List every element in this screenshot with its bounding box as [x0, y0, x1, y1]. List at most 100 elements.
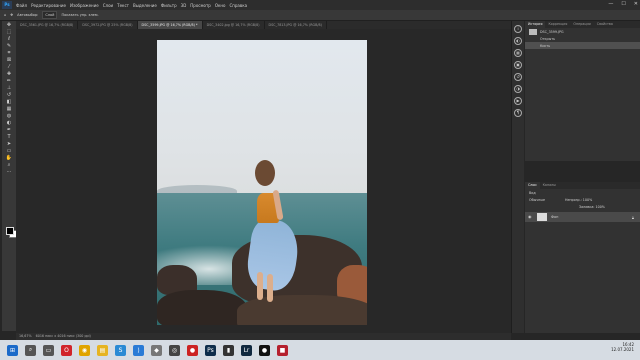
task-view-icon[interactable]: ▭: [43, 344, 54, 356]
doc-tab-4[interactable]: DSC_3402.jpg @ 16,7% (RGB/8): [203, 21, 265, 29]
shape-tool-icon[interactable]: ▭: [4, 147, 14, 154]
menu-3d[interactable]: 3D: [181, 3, 187, 8]
menu-select[interactable]: Выделение: [133, 3, 157, 8]
transform-controls-checkbox[interactable]: Показать упр. элем.: [61, 13, 98, 17]
paragraph-icon[interactable]: ¶: [514, 109, 522, 117]
swatches-icon[interactable]: ▦: [514, 49, 522, 57]
close-button[interactable]: ✕: [634, 1, 638, 7]
opera-icon[interactable]: O: [61, 344, 72, 356]
chrome-icon[interactable]: ◉: [79, 344, 90, 356]
color-icon[interactable]: ◐: [514, 37, 522, 45]
more-tools-icon[interactable]: ⋯: [4, 168, 14, 175]
auto-select-dropdown[interactable]: Слой: [42, 11, 58, 19]
document-photo[interactable]: [157, 40, 367, 325]
layer-mode-row: Обычные Непрозр.: 100%: [525, 196, 640, 203]
quick-select-tool-icon[interactable]: ✎: [4, 42, 14, 49]
lasso-tool-icon[interactable]: ℓ: [4, 35, 14, 42]
menu-file[interactable]: Файл: [16, 3, 27, 8]
learn-icon[interactable]: i: [514, 25, 522, 33]
history-icon[interactable]: ↺: [514, 73, 522, 81]
hand-tool-icon[interactable]: ✋: [4, 154, 14, 161]
libraries-icon[interactable]: ▣: [514, 61, 522, 69]
menu-window[interactable]: Окно: [215, 3, 226, 8]
type-tool-icon[interactable]: T: [4, 133, 14, 140]
media-icon[interactable]: ◎: [169, 344, 180, 356]
clone-stamp-tool-icon[interactable]: ⊥: [4, 84, 14, 91]
history-panel-tabs: История Коррекция Операции Свойства: [525, 21, 640, 28]
lock-icon[interactable]: 🔒︎: [632, 215, 634, 220]
system-clock[interactable]: 16:42 12.07.2021: [611, 342, 634, 352]
photoshop-logo: Ps: [2, 1, 12, 9]
zoom-tool-icon[interactable]: ⌕: [4, 161, 14, 168]
move-tool-icon[interactable]: ✥: [10, 13, 13, 17]
history-item-selected[interactable]: Кисть: [525, 42, 640, 49]
crop-tool-icon[interactable]: ⌗: [4, 49, 14, 56]
search-icon[interactable]: ⌕: [25, 344, 36, 356]
blend-mode-select[interactable]: Обычные: [529, 198, 545, 202]
eraser-tool-icon[interactable]: ◧: [4, 98, 14, 105]
eyedropper-tool-icon[interactable]: ⁄: [4, 63, 14, 70]
blur-tool-icon[interactable]: ◍: [4, 112, 14, 119]
history-snapshot[interactable]: DSC_3599.JPG: [525, 28, 640, 35]
app3-icon[interactable]: ■: [277, 344, 288, 356]
tab-layers[interactable]: Слои: [525, 182, 540, 189]
lightroom-icon[interactable]: Lr: [241, 344, 252, 356]
minimize-button[interactable]: —: [608, 1, 613, 7]
home-icon[interactable]: ⌂: [4, 13, 6, 17]
vscode-icon[interactable]: ⟩: [133, 344, 144, 356]
adjustments-icon[interactable]: ◑: [514, 85, 522, 93]
tab-properties[interactable]: Свойства: [594, 21, 616, 28]
fill-field[interactable]: Заливка: 100%: [579, 205, 605, 209]
layer-kind-filter[interactable]: Вид: [529, 191, 536, 195]
app-icon[interactable]: ◆: [151, 344, 162, 356]
actions-icon[interactable]: ▶: [514, 97, 522, 105]
menu-layers[interactable]: Слои: [103, 3, 113, 8]
tab-channels[interactable]: Каналы: [540, 182, 559, 189]
skype-icon[interactable]: S: [115, 344, 126, 356]
marquee-tool-icon[interactable]: ⬚: [4, 28, 14, 35]
gradient-tool-icon[interactable]: ▦: [4, 105, 14, 112]
windows-start-icon[interactable]: ⊞: [7, 344, 18, 356]
tab-history[interactable]: История: [525, 21, 546, 28]
foreground-color-swatch[interactable]: [6, 227, 14, 235]
maximize-button[interactable]: ☐: [621, 1, 625, 7]
photo-girl-head: [255, 160, 275, 186]
photo-rock-bottom-left: [157, 290, 247, 325]
tab-actions[interactable]: Операции: [570, 21, 593, 28]
photo-girl-leg-right: [267, 274, 273, 302]
brush-tool-icon[interactable]: ✏: [4, 77, 14, 84]
doc-tab-2[interactable]: DSC_3972.JPG @ 25% (RGB/8): [78, 21, 138, 29]
path-select-tool-icon[interactable]: ➤: [4, 140, 14, 147]
frame-tool-icon[interactable]: ⊠: [4, 56, 14, 63]
doc-tab-1[interactable]: DSC_3561.JPG @ 16,7% (RGB/8): [16, 21, 79, 29]
tools-panel: ✥ ⬚ ℓ ✎ ⌗ ⊠ ⁄ ✚ ✏ ⊥ ↺ ◧ ▦ ◍ ◐ ✒ T ➤ ▭ ✋ …: [2, 21, 17, 331]
menu-view[interactable]: Просмотр: [190, 3, 211, 8]
menu-help[interactable]: Справка: [229, 3, 247, 8]
zoom-level[interactable]: 16,67%: [19, 334, 32, 338]
menu-image[interactable]: Изображение: [70, 3, 99, 8]
menu-type[interactable]: Текст: [117, 3, 129, 8]
document-info[interactable]: 6016 пикс x 4016 пикс (300 ppi): [36, 334, 91, 338]
history-panel: История Коррекция Операции Свойства DSC_…: [525, 21, 640, 161]
history-brush-tool-icon[interactable]: ↺: [4, 91, 14, 98]
auto-select-label[interactable]: Автовыбор:: [17, 13, 38, 17]
move-tool-icon[interactable]: ✥: [4, 21, 14, 28]
eye-icon[interactable]: ◉: [528, 215, 533, 219]
red-app-icon[interactable]: ●: [187, 344, 198, 356]
app2-icon[interactable]: ▮: [223, 344, 234, 356]
photoshop-icon[interactable]: Ps: [205, 344, 216, 356]
menu-edit[interactable]: Редактирование: [31, 3, 66, 8]
options-bar: ⌂ ✥ Автовыбор: Слой Показать упр. элем.: [0, 10, 640, 21]
healing-brush-tool-icon[interactable]: ✚: [4, 70, 14, 77]
history-item[interactable]: Открыть: [525, 35, 640, 42]
tab-adjustments[interactable]: Коррекция: [545, 21, 570, 28]
doc-tab-active[interactable]: DSC_3599.JPG @ 16,7% (RGB/8) *: [137, 21, 203, 29]
opacity-field[interactable]: Непрозр.: 100%: [565, 198, 592, 202]
menu-filter[interactable]: Фильтр: [161, 3, 177, 8]
bandicam-icon[interactable]: ●: [259, 344, 270, 356]
layer-row-background[interactable]: ◉ Фон 🔒︎: [525, 212, 640, 222]
doc-tab-5[interactable]: DSC_7813.JPG @ 16,7% (RGB/8): [265, 21, 327, 29]
dodge-tool-icon[interactable]: ◐: [4, 119, 14, 126]
file-explorer-icon[interactable]: ▤: [97, 344, 108, 356]
pen-tool-icon[interactable]: ✒: [4, 126, 14, 133]
